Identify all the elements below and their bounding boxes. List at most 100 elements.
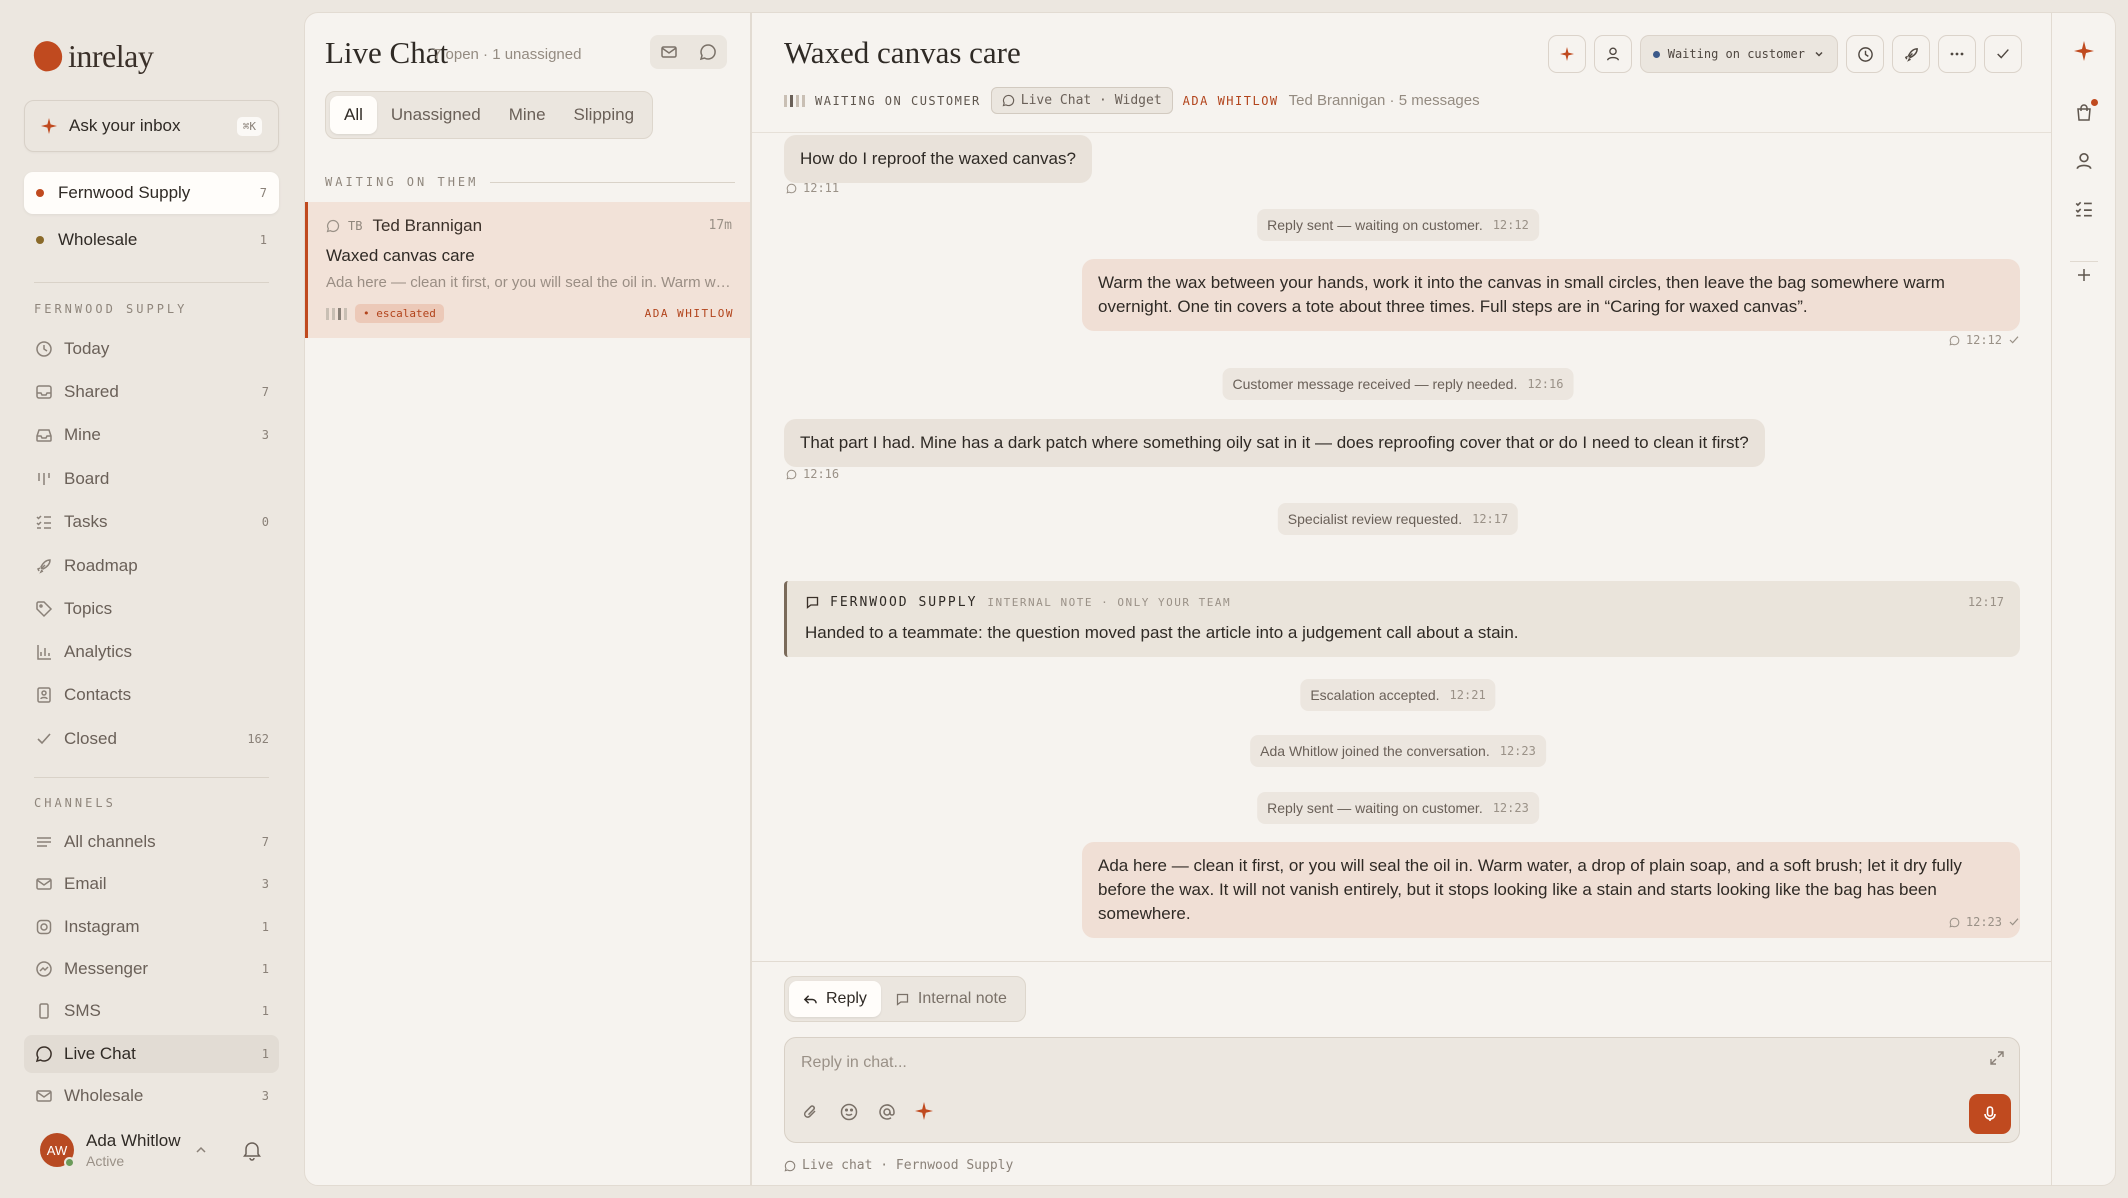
bell-icon[interactable]: [241, 1139, 263, 1161]
internal-note-tab[interactable]: Internal note: [881, 981, 1021, 1017]
channel-chip[interactable]: Live Chat · Widget: [990, 87, 1173, 114]
note-icon: [805, 595, 820, 610]
chat-icon: [34, 1044, 54, 1064]
expand-icon[interactable]: [1989, 1050, 2005, 1066]
nav-board[interactable]: Board: [24, 460, 279, 498]
nav-closed[interactable]: Closed 162: [24, 720, 279, 758]
user-icon[interactable]: [2072, 149, 2096, 173]
nav-topics[interactable]: Topics: [24, 590, 279, 628]
workspace-wholesale[interactable]: Wholesale 1: [24, 219, 279, 261]
emoji-icon[interactable]: [839, 1102, 859, 1122]
shopping-bag-icon[interactable]: [2072, 99, 2098, 125]
more-button[interactable]: [1938, 35, 1976, 73]
nav-count: 7: [261, 385, 269, 399]
composer-footer: Live chat · Fernwood Supply: [784, 1158, 1013, 1173]
check-icon: [1997, 49, 2009, 59]
tray-icon: [34, 425, 54, 445]
nav-tasks[interactable]: Tasks 0: [24, 503, 279, 541]
chat-icon: [784, 1160, 796, 1172]
messenger-icon: [34, 959, 54, 979]
channel-all[interactable]: All channels 7: [24, 823, 279, 861]
mention-icon[interactable]: [877, 1102, 897, 1122]
system-event-time: 12:16: [1527, 377, 1564, 391]
nav-label: Mine: [64, 425, 101, 444]
message-meta: 12:23: [1949, 915, 2020, 929]
lines-icon: [34, 832, 54, 852]
channel-wholesale[interactable]: Wholesale 3: [24, 1077, 279, 1115]
user-menu[interactable]: AW Ada Whitlow Active: [24, 1120, 279, 1180]
channel-email[interactable]: Email 3: [24, 865, 279, 903]
nav-count: 3: [261, 428, 269, 442]
tab-unassigned[interactable]: Unassigned: [377, 96, 495, 134]
channel-instagram[interactable]: Instagram 1: [24, 908, 279, 946]
brand[interactable]: inrelay: [31, 36, 154, 76]
channel-live-chat[interactable]: Live Chat 1: [24, 1035, 279, 1073]
nav-today[interactable]: Today: [24, 330, 279, 368]
nav-analytics[interactable]: Analytics: [24, 633, 279, 671]
snooze-button[interactable]: [1846, 35, 1884, 73]
mail-icon[interactable]: [660, 43, 678, 61]
status-dropdown[interactable]: Waiting on customer: [1639, 35, 1838, 73]
channel-chip-label: Live Chat · Widget: [1020, 93, 1162, 108]
nav-mine[interactable]: Mine 3: [24, 416, 279, 454]
assign-button[interactable]: [1593, 35, 1632, 73]
internal-note-tab-label: Internal note: [917, 990, 1007, 1007]
attachment-icon[interactable]: [801, 1102, 821, 1122]
divider: [34, 777, 269, 778]
channel-count: 1: [261, 1047, 269, 1061]
avatar: AW: [40, 1133, 75, 1168]
message-meta: 12:11: [786, 181, 839, 195]
thread-title: Waxed canvas care: [784, 35, 1021, 70]
assigned-agent[interactable]: ADA WHITLOW: [1183, 94, 1279, 108]
roadmap-button[interactable]: [1892, 35, 1930, 73]
note-author: FERNWOOD SUPPLY: [830, 595, 978, 610]
conversation-list-panel: Live Chat 7 open · 1 unassigned All Unas…: [304, 12, 751, 1186]
channel-count: 1: [261, 920, 269, 934]
chevron-up-icon[interactable]: [194, 1143, 208, 1157]
nav-roadmap[interactable]: Roadmap: [24, 547, 279, 585]
system-event-text: Ada Whitlow joined the conversation.: [1260, 743, 1490, 759]
reply-input[interactable]: Reply in chat...: [784, 1037, 2020, 1143]
thread-header: Waxed canvas care WAITING ON CUSTOMER Li…: [752, 13, 2052, 133]
workspace-dot-icon: [36, 189, 44, 197]
conversation-item[interactable]: TB Ted Brannigan 17m Waxed canvas care A…: [305, 202, 750, 338]
reply-tab[interactable]: Reply: [789, 981, 881, 1017]
ask-inbox-button[interactable]: Ask your inbox ⌘K: [24, 100, 279, 152]
composer: Reply Internal note Reply in chat... Liv…: [752, 961, 2052, 1187]
plus-icon[interactable]: [2072, 263, 2096, 287]
tasks-icon[interactable]: [2072, 197, 2096, 221]
user-name: Ada Whitlow: [86, 1131, 181, 1150]
voice-record-button[interactable]: [1969, 1094, 2011, 1134]
ai-assist-button[interactable]: [1547, 35, 1586, 73]
tag-icon: [34, 599, 54, 619]
note-time: 12:17: [1967, 595, 2004, 609]
customer-info: Ted Brannigan · 5 messages: [1288, 92, 1480, 109]
nav-contacts[interactable]: Contacts: [24, 676, 279, 714]
chat-icon[interactable]: [699, 43, 717, 61]
close-conversation-button[interactable]: [1984, 35, 2022, 73]
channel-count: 7: [261, 835, 269, 849]
nav-shared[interactable]: Shared 7: [24, 373, 279, 411]
board-icon: [34, 469, 54, 489]
message-time: 12:11: [803, 181, 840, 195]
workspace-count: 1: [259, 233, 267, 247]
delivered-check-icon: [2008, 334, 2020, 346]
channel-label: Live Chat: [64, 1044, 136, 1063]
brand-name: inrelay: [68, 37, 154, 74]
system-event: Customer message received — reply needed…: [1222, 368, 1574, 400]
workspace-fernwood-supply[interactable]: Fernwood Supply 7: [24, 172, 279, 214]
ai-sparkle-icon[interactable]: [2072, 39, 2096, 63]
channel-count: 1: [261, 962, 269, 976]
nav-label: Tasks: [64, 512, 108, 531]
tab-all[interactable]: All: [330, 96, 377, 134]
priority-bars-icon: [326, 307, 347, 320]
delivered-check-icon: [2008, 916, 2020, 928]
tab-slipping[interactable]: Slipping: [560, 96, 649, 134]
ai-sparkle-icon[interactable]: [915, 1102, 933, 1122]
tab-mine[interactable]: Mine: [495, 96, 560, 134]
system-event-text: Escalation accepted.: [1310, 687, 1440, 703]
channel-messenger[interactable]: Messenger 1: [24, 950, 279, 988]
more-icon: [1950, 52, 1964, 56]
channel-sms[interactable]: SMS 1: [24, 992, 279, 1030]
message-meta: 12:16: [786, 467, 839, 481]
